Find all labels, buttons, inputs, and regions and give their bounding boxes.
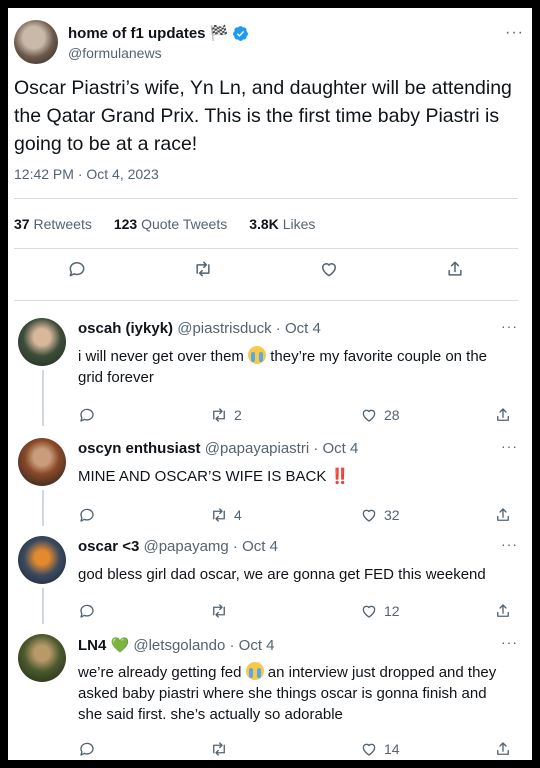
- retweet-icon: [213, 604, 225, 618]
- reply-retweet-button[interactable]: 2: [210, 406, 360, 424]
- reply-icon: [80, 742, 94, 756]
- reply-retweet-button[interactable]: [210, 740, 360, 758]
- author-handle[interactable]: @formulanews: [68, 45, 162, 61]
- reply-icon: [80, 508, 94, 522]
- verified-badge-icon: [233, 25, 249, 41]
- reply-handle-date[interactable]: @papayapiastri · Oct 4: [205, 440, 359, 457]
- tweet-stats: 37 Retweets 123 Quote Tweets 3.8K Likes: [14, 216, 315, 232]
- reply-actions: 14: [78, 740, 518, 758]
- reply-actions: 4 32: [78, 506, 518, 524]
- reply-name-line: oscar <3 @papayamg · Oct 4: [78, 538, 278, 555]
- reply-more-button[interactable]: ···: [501, 634, 518, 650]
- heart-icon: [362, 509, 376, 522]
- reply-like-button[interactable]: 32: [360, 506, 494, 524]
- tweet-text: Oscar Piastri’s wife, Yn Ln, and daughte…: [14, 77, 512, 155]
- reply-name-line: LN4 💚 @letsgolando · Oct 4: [78, 636, 275, 654]
- reply-like-button[interactable]: 14: [360, 740, 494, 758]
- reply-avatar[interactable]: [18, 634, 66, 682]
- reply-actions: 12: [78, 602, 518, 620]
- reply-icon: [69, 262, 85, 277]
- reply-tweet[interactable]: oscah (iykyk) @piastrisduck · Oct 4 ··· …: [14, 312, 518, 430]
- author-name-row[interactable]: home of f1 updates 🏁: [68, 24, 249, 42]
- retweets-stat[interactable]: 37 Retweets: [14, 216, 92, 232]
- reply-text: god bless girl dad oscar, we are gonna g…: [78, 566, 486, 583]
- share-icon: [497, 604, 509, 617]
- crying-face-emoji-icon: [248, 346, 267, 364]
- tweet-screenshot: home of f1 updates 🏁 @formulanews ··· Os…: [8, 8, 532, 760]
- reply-more-button[interactable]: ···: [501, 536, 518, 552]
- share-icon: [497, 408, 509, 421]
- reply-text: i will never get over them they’re my fa…: [78, 346, 488, 386]
- reply-tweet[interactable]: LN4 💚 @letsgolando · Oct 4 ··· we’re alr…: [14, 628, 518, 758]
- retweet-icon: [213, 508, 225, 522]
- quote-tweets-stat[interactable]: 123 Quote Tweets: [114, 216, 227, 232]
- divider: [14, 198, 518, 199]
- reply-author-name[interactable]: LN4: [78, 637, 106, 654]
- heart-icon: [322, 263, 336, 277]
- crying-face-emoji-icon: [245, 662, 264, 680]
- reply-share-button[interactable]: [494, 506, 512, 524]
- divider: [14, 248, 518, 249]
- reply-author-name[interactable]: oscyn enthusiast: [78, 440, 201, 457]
- reply-retweet-button[interactable]: 4: [210, 506, 360, 524]
- reply-icon: [80, 408, 94, 422]
- reply-tweet[interactable]: oscar <3 @papayamg · Oct 4 ··· god bless…: [14, 530, 518, 628]
- reply-author-name[interactable]: oscah (iykyk): [78, 320, 173, 337]
- reply-more-button[interactable]: ···: [501, 318, 518, 334]
- more-options-button[interactable]: ···: [505, 24, 524, 42]
- reply-name-line: oscyn enthusiast @papayapiastri · Oct 4: [78, 440, 358, 457]
- reply-reply-button[interactable]: [78, 740, 210, 758]
- divider: [14, 300, 518, 301]
- share-icon: [497, 508, 509, 521]
- reply-author-name[interactable]: oscar <3: [78, 538, 139, 555]
- green-heart-emoji-icon: 💚: [110, 637, 130, 654]
- reply-handle-date[interactable]: @papayamg · Oct 4: [143, 538, 277, 555]
- reply-handle-date[interactable]: @letsgolando · Oct 4: [133, 637, 274, 654]
- reply-like-button[interactable]: 28: [360, 406, 494, 424]
- retweet-icon: [196, 261, 210, 277]
- heart-icon: [362, 605, 376, 618]
- reply-handle-date[interactable]: @piastrisduck · Oct 4: [177, 320, 321, 337]
- retweet-icon: [213, 408, 225, 422]
- double-exclamation-emoji-icon: ‼️: [330, 468, 350, 485]
- reply-text: MINE AND OSCAR’S WIFE IS BACK ‼️: [78, 468, 350, 485]
- share-icon: [497, 742, 509, 755]
- author-name[interactable]: home of f1 updates 🏁: [68, 24, 228, 42]
- reply-like-button[interactable]: 12: [360, 602, 494, 620]
- share-button[interactable]: [444, 258, 466, 280]
- reply-more-button[interactable]: ···: [501, 438, 518, 454]
- tweet-actions: [14, 258, 518, 284]
- reply-share-button[interactable]: [494, 602, 512, 620]
- likes-stat[interactable]: 3.8K Likes: [249, 216, 315, 232]
- reply-avatar[interactable]: [18, 438, 66, 486]
- reply-icon: [80, 604, 94, 618]
- like-button[interactable]: [318, 258, 340, 280]
- reply-name-line: oscah (iykyk) @piastrisduck · Oct 4: [78, 320, 321, 337]
- reply-button[interactable]: [66, 258, 88, 280]
- heart-icon: [362, 409, 376, 422]
- reply-avatar[interactable]: [18, 536, 66, 584]
- reply-retweet-button[interactable]: [210, 602, 360, 620]
- reply-avatar[interactable]: [18, 318, 66, 366]
- reply-reply-button[interactable]: [78, 602, 210, 620]
- reply-text: we’re already getting fed an interview j…: [78, 662, 497, 723]
- reply-actions: 2 28: [78, 406, 518, 424]
- tweet-header: home of f1 updates 🏁 @formulanews ···: [14, 14, 526, 70]
- reply-reply-button[interactable]: [78, 406, 210, 424]
- author-avatar[interactable]: [14, 20, 58, 64]
- tweet-timestamp[interactable]: 12:42 PM · Oct 4, 2023: [14, 166, 159, 182]
- retweet-icon: [213, 742, 225, 756]
- heart-icon: [362, 743, 376, 756]
- reply-share-button[interactable]: [494, 406, 512, 424]
- retweet-button[interactable]: [192, 258, 214, 280]
- reply-share-button[interactable]: [494, 740, 512, 758]
- share-icon: [448, 261, 462, 276]
- reply-tweet[interactable]: oscyn enthusiast @papayapiastri · Oct 4 …: [14, 432, 518, 534]
- reply-reply-button[interactable]: [78, 506, 210, 524]
